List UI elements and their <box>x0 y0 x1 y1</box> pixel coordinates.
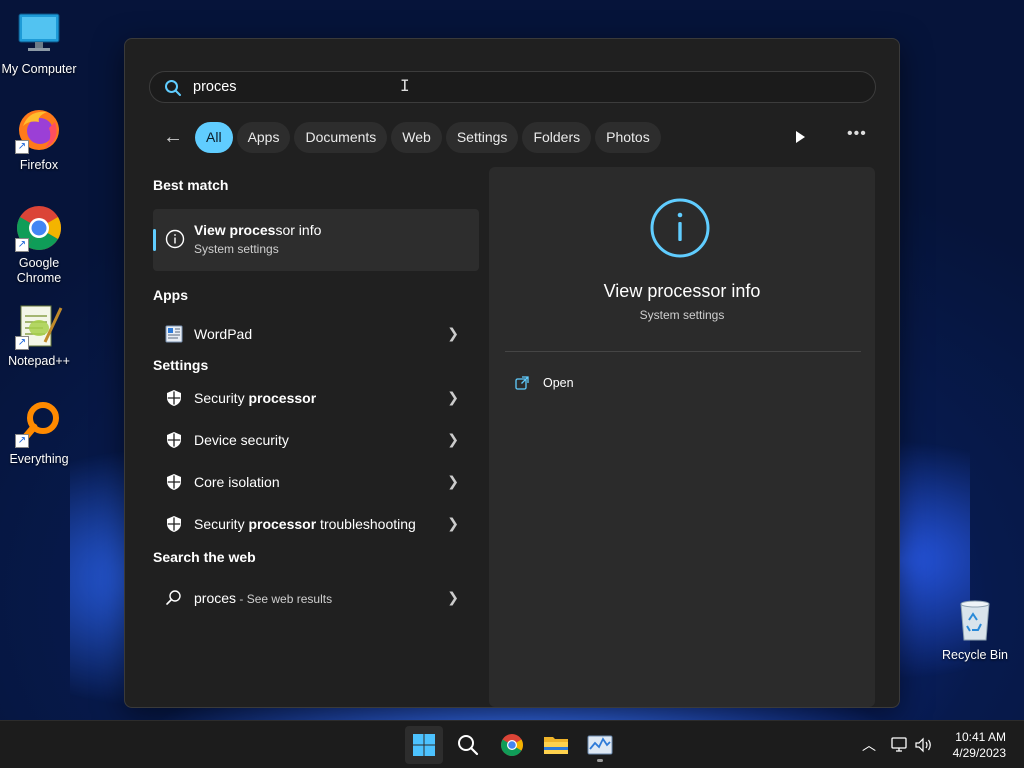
more-options-icon[interactable]: ••• <box>847 125 867 143</box>
chevron-right-icon[interactable]: ❯ <box>447 389 459 406</box>
chrome-icon: ↗ <box>15 204 63 252</box>
settings-item-device-security[interactable]: Device security ❯ <box>153 419 479 461</box>
desktop-icon-label: Firefox <box>19 158 59 172</box>
shortcut-arrow-icon: ↗ <box>15 238 29 252</box>
web-search-label: proces - See web results <box>194 590 333 606</box>
desktop-icon-everything[interactable]: ↗ Everything <box>1 400 77 466</box>
preview-subtitle: System settings <box>639 308 725 322</box>
results-list: Best match View processor info System se… <box>153 177 483 619</box>
selection-accent <box>153 229 156 251</box>
desktop-icon-label: Google Chrome <box>16 256 62 285</box>
shield-icon <box>167 432 181 448</box>
everything-icon: ↗ <box>15 400 63 448</box>
settings-item-label: Security processor troubleshooting <box>194 516 416 532</box>
desktop-icon-label: Everything <box>9 452 69 466</box>
filter-chip-settings[interactable]: Settings <box>445 121 519 153</box>
settings-item-label: Core isolation <box>194 474 280 490</box>
chevron-right-icon[interactable]: ❯ <box>447 473 459 490</box>
shortcut-arrow-icon: ↗ <box>15 140 29 154</box>
shield-icon <box>167 390 181 406</box>
chevron-up-icon[interactable]: ︿ <box>858 735 880 755</box>
info-icon <box>165 229 185 249</box>
filter-chip-web[interactable]: Web <box>391 121 442 153</box>
preview-pane: View processor info System settings Open <box>489 167 875 707</box>
preview-title: View processor info <box>603 281 761 301</box>
info-icon <box>650 198 710 258</box>
settings-item-label: Security processor <box>194 390 317 406</box>
desktop-icon-label: Notepad++ <box>8 354 70 368</box>
filter-chip-folders[interactable]: Folders <box>522 121 592 153</box>
best-match-title: View processor info <box>194 222 322 238</box>
chevron-right-icon[interactable]: ❯ <box>447 325 459 342</box>
chevron-right-icon[interactable]: ❯ <box>447 515 459 532</box>
monitor-icon <box>15 10 63 58</box>
system-tray: ︿ <box>858 721 934 768</box>
clock-date: 4/29/2023 <box>952 746 1006 760</box>
best-match-item[interactable]: View processor info System settings <box>153 209 479 271</box>
settings-item-label: Device security <box>194 432 289 448</box>
taskbar-file-explorer-button[interactable] <box>537 726 575 764</box>
search-input[interactable]: proces I <box>149 71 876 103</box>
filter-chip-photos[interactable]: Photos <box>595 121 661 153</box>
desktop-icon-label: Recycle Bin <box>942 648 1008 662</box>
settings-item-core-isolation[interactable]: Core isolation ❯ <box>153 461 479 503</box>
shield-icon <box>167 516 181 532</box>
apps-heading: Apps <box>153 287 188 303</box>
taskbar: ︿ 10:41 AM 4/29/2023 <box>0 720 1024 768</box>
windows-logo-icon <box>413 734 435 756</box>
back-arrow-icon[interactable]: ← <box>159 121 187 153</box>
best-match-heading: Best match <box>153 177 229 193</box>
running-indicator <box>597 759 603 762</box>
filter-chip-apps[interactable]: Apps <box>236 121 291 153</box>
desktop-icon-label: My Computer <box>1 62 77 76</box>
task-manager-icon <box>587 735 613 755</box>
desktop-icon-recycle-bin[interactable]: Recycle Bin <box>937 596 1013 662</box>
search-icon <box>458 735 479 756</box>
chevron-right-icon[interactable]: ❯ <box>447 589 459 606</box>
taskbar-chrome-button[interactable] <box>493 726 531 764</box>
text-cursor-icon: I <box>400 76 410 95</box>
settings-item-security-processor-troubleshooting[interactable]: Security processor troubleshooting ❯ <box>153 503 479 545</box>
open-external-icon <box>515 376 529 390</box>
shortcut-arrow-icon: ↗ <box>15 336 29 350</box>
clock-time: 10:41 AM <box>955 730 1006 744</box>
network-icon[interactable] <box>890 736 910 754</box>
start-search-panel: proces I ← All Apps Documents Web Settin… <box>124 38 900 708</box>
clock[interactable]: 10:41 AM 4/29/2023 <box>953 729 1006 761</box>
firefox-icon: ↗ <box>15 106 63 154</box>
open-button[interactable]: Open <box>515 373 574 393</box>
chrome-icon <box>501 734 523 756</box>
desktop-icon-chrome[interactable]: ↗ Google Chrome <box>1 204 77 286</box>
best-match-subtitle: System settings <box>194 242 279 256</box>
filter-bar: ← All Apps Documents Web Settings Folder… <box>159 121 661 153</box>
start-button[interactable] <box>405 726 443 764</box>
notepadpp-icon: ↗ <box>15 302 63 350</box>
search-query-text: proces <box>193 79 237 95</box>
chevron-right-icon[interactable]: ❯ <box>447 431 459 448</box>
shortcut-arrow-icon: ↗ <box>15 434 29 448</box>
recycle-bin-icon <box>951 596 999 644</box>
open-label: Open <box>543 376 574 390</box>
filter-chip-all[interactable]: All <box>195 121 233 153</box>
folder-icon <box>544 737 568 754</box>
play-icon[interactable] <box>791 128 809 146</box>
taskbar-search-button[interactable] <box>449 726 487 764</box>
search-icon <box>165 80 181 96</box>
wordpad-icon <box>165 325 183 343</box>
web-search-item[interactable]: proces - See web results ❯ <box>153 577 479 619</box>
volume-icon[interactable] <box>914 736 934 754</box>
search-icon <box>166 590 181 605</box>
taskbar-task-manager-button[interactable] <box>581 726 619 764</box>
settings-item-security-processor[interactable]: Security processor ❯ <box>153 377 479 419</box>
desktop-icon-my-computer[interactable]: My Computer <box>1 10 77 76</box>
desktop-icon-firefox[interactable]: ↗ Firefox <box>1 106 77 172</box>
search-web-heading: Search the web <box>153 549 256 565</box>
app-item-wordpad[interactable]: WordPad ❯ <box>153 313 479 355</box>
filter-chip-documents[interactable]: Documents <box>294 121 388 153</box>
app-item-label: WordPad <box>194 326 253 342</box>
divider <box>505 351 861 352</box>
settings-heading: Settings <box>153 357 209 373</box>
desktop-icon-notepadpp[interactable]: ↗ Notepad++ <box>1 302 77 368</box>
shield-icon <box>167 474 181 490</box>
